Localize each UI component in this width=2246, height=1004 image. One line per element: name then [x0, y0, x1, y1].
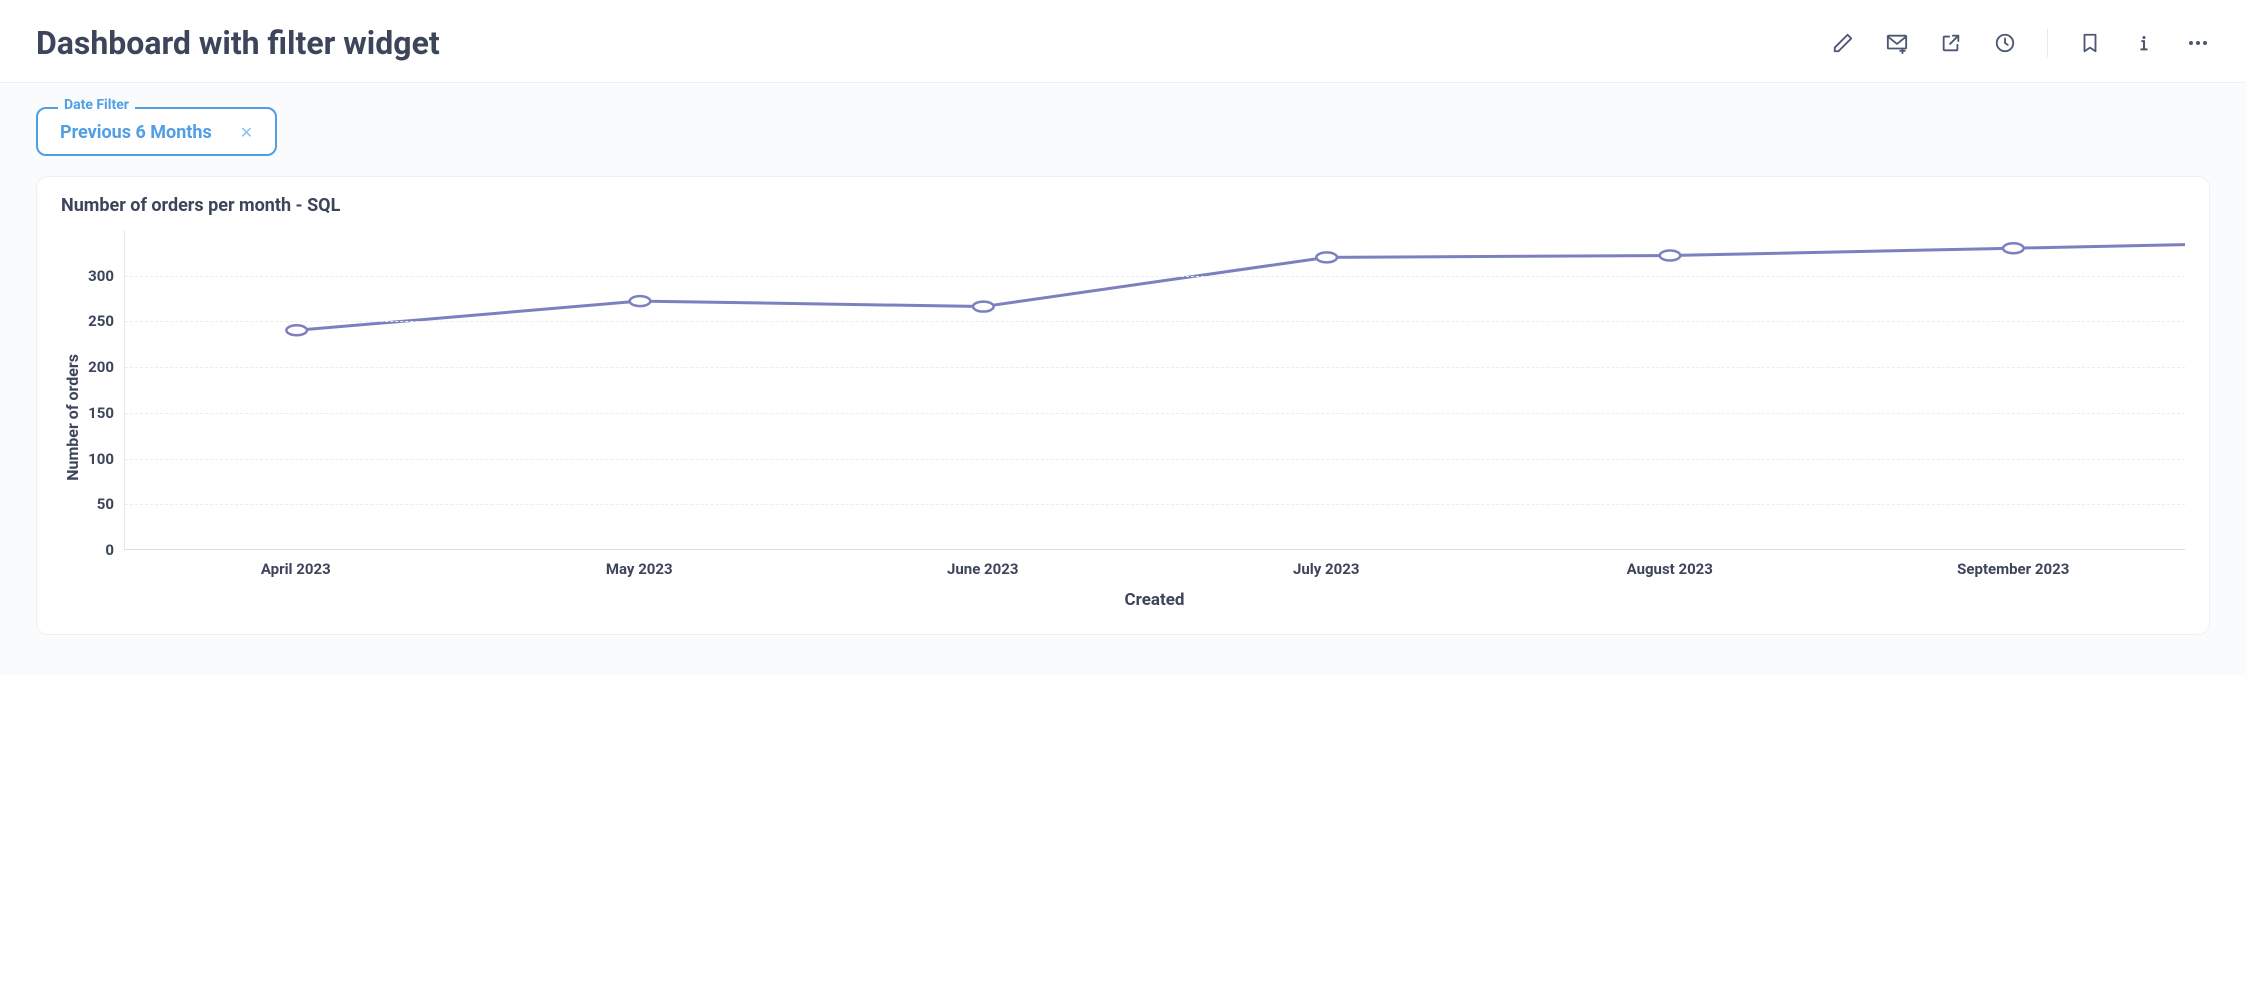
data-point[interactable] — [2003, 243, 2024, 253]
x-tick: September 2023 — [1842, 560, 2186, 578]
x-tick: April 2023 — [124, 560, 468, 578]
data-point[interactable] — [973, 302, 994, 312]
grid-line — [125, 459, 2185, 460]
grid-line — [125, 504, 2185, 505]
grid-line — [125, 413, 2185, 414]
y-axis-title: Number of orders — [61, 354, 82, 481]
x-tick: August 2023 — [1498, 560, 1842, 578]
share-icon[interactable] — [1939, 31, 1963, 55]
x-tick: May 2023 — [468, 560, 812, 578]
x-tick: June 2023 — [811, 560, 1155, 578]
info-icon[interactable] — [2132, 31, 2156, 55]
chart-area: Number of orders 300250200150100500 Apri… — [61, 222, 2185, 612]
card-title: Number of orders per month - SQL — [61, 195, 2185, 216]
clock-icon[interactable] — [1993, 31, 2017, 55]
data-point[interactable] — [1316, 252, 1337, 262]
x-axis-title: Created — [124, 590, 2185, 610]
data-point[interactable] — [286, 325, 307, 335]
x-axis-ticks: April 2023May 2023June 2023July 2023Augu… — [124, 550, 2185, 578]
dashboard-body: Date Filter Previous 6 Months ✕ Number o… — [0, 83, 2246, 675]
header-actions — [1831, 29, 2210, 57]
data-point[interactable] — [1660, 251, 1681, 261]
chart-card: Number of orders per month - SQL Number … — [36, 176, 2210, 635]
line-series — [297, 245, 2185, 331]
plot[interactable] — [124, 230, 2185, 550]
x-tick: July 2023 — [1155, 560, 1499, 578]
y-axis-ticks: 300250200150100500 — [82, 230, 124, 550]
grid-line — [125, 367, 2185, 368]
bookmark-icon[interactable] — [2078, 31, 2102, 55]
pencil-icon[interactable] — [1831, 31, 1855, 55]
grid-line — [125, 276, 2185, 277]
subscription-icon[interactable] — [1885, 31, 1909, 55]
data-point[interactable] — [630, 296, 651, 306]
divider — [2047, 29, 2048, 57]
plot-wrap: April 2023May 2023June 2023July 2023Augu… — [124, 222, 2185, 612]
date-filter-widget: Date Filter Previous 6 Months ✕ — [36, 107, 277, 156]
more-icon[interactable] — [2186, 31, 2210, 55]
close-icon[interactable]: ✕ — [240, 123, 253, 142]
filter-pill[interactable]: Previous 6 Months ✕ — [36, 107, 277, 156]
dashboard-header: Dashboard with filter widget — [0, 0, 2246, 83]
filter-label: Date Filter — [58, 97, 135, 113]
filter-value: Previous 6 Months — [60, 122, 212, 143]
page-title: Dashboard with filter widget — [36, 24, 440, 62]
grid-line — [125, 321, 2185, 322]
